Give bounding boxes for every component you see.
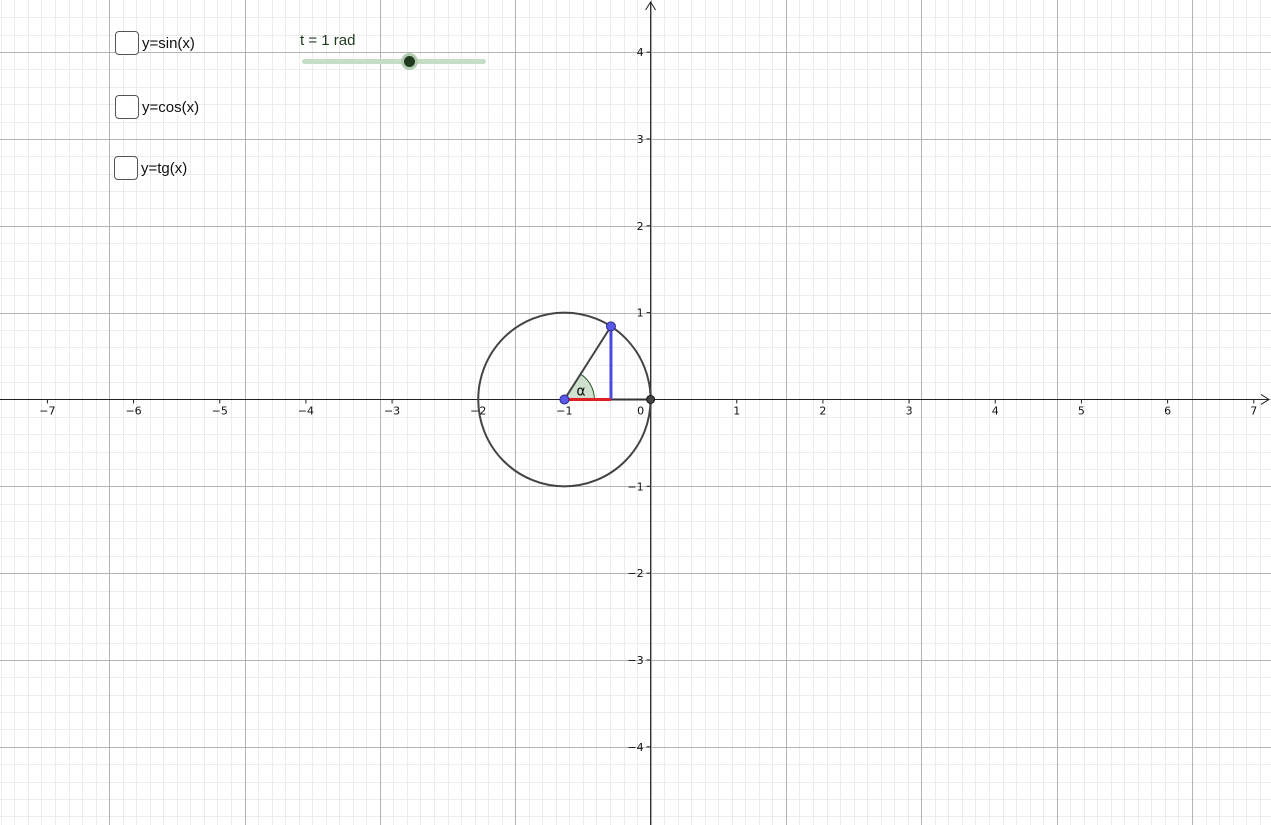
x-tick-label: 2 xyxy=(819,404,826,417)
checkbox-tg-box[interactable] xyxy=(114,156,138,180)
checkbox-cos-box[interactable] xyxy=(115,95,139,119)
x-tick-label: 7 xyxy=(1250,404,1257,417)
angle-alpha-label: α xyxy=(576,383,585,399)
y-tick-label: −2 xyxy=(627,567,643,580)
x-tick-label: −5 xyxy=(212,404,228,417)
x-tick-label: 0 xyxy=(637,404,644,417)
circle-point[interactable] xyxy=(605,321,616,332)
checkbox-sin-label: y=sin(x) xyxy=(142,34,195,52)
checkbox-cos[interactable]: y=cos(x) xyxy=(115,95,199,119)
checkbox-sin[interactable]: y=sin(x) xyxy=(115,31,195,55)
x-tick-label: 3 xyxy=(906,404,913,417)
x-tick-label: 6 xyxy=(1164,404,1171,417)
checkbox-tg-label: y=tg(x) xyxy=(141,159,188,177)
y-tick-label: 2 xyxy=(637,220,644,233)
x-tick-label: −3 xyxy=(384,404,400,417)
checkbox-sin-box[interactable] xyxy=(115,31,139,55)
y-tick-label: −1 xyxy=(627,480,643,493)
checkbox-cos-label: y=cos(x) xyxy=(142,98,200,116)
x-tick-label: −7 xyxy=(39,404,55,417)
y-tick-label: −3 xyxy=(627,654,643,667)
y-tick-label: 3 xyxy=(637,133,644,146)
angle-slider[interactable]: t = 1 rad xyxy=(300,30,488,74)
y-tick-label: 1 xyxy=(637,307,644,320)
origin-point[interactable] xyxy=(646,394,656,404)
checkbox-tg[interactable]: y=tg(x) xyxy=(114,156,187,180)
x-tick-label: 4 xyxy=(992,404,999,417)
x-tick-label: −4 xyxy=(298,404,314,417)
x-tick-label: 5 xyxy=(1078,404,1085,417)
slider-knob[interactable] xyxy=(400,53,418,70)
center-point[interactable] xyxy=(559,394,570,405)
x-tick-label: −1 xyxy=(556,404,572,417)
slider-track[interactable] xyxy=(302,59,486,64)
slider-label: t = 1 rad xyxy=(300,32,356,49)
x-tick-label: 1 xyxy=(733,404,740,417)
x-tick-label: −6 xyxy=(125,404,141,417)
graphics-view[interactable]: −7 −6 −5 −4 −3 −2 −1 0 1 2 3 4 5 6 7−4−3−2−11234 α xyxy=(0,0,1271,825)
y-tick-label: 4 xyxy=(637,46,644,59)
y-tick-label: −4 xyxy=(627,741,643,754)
